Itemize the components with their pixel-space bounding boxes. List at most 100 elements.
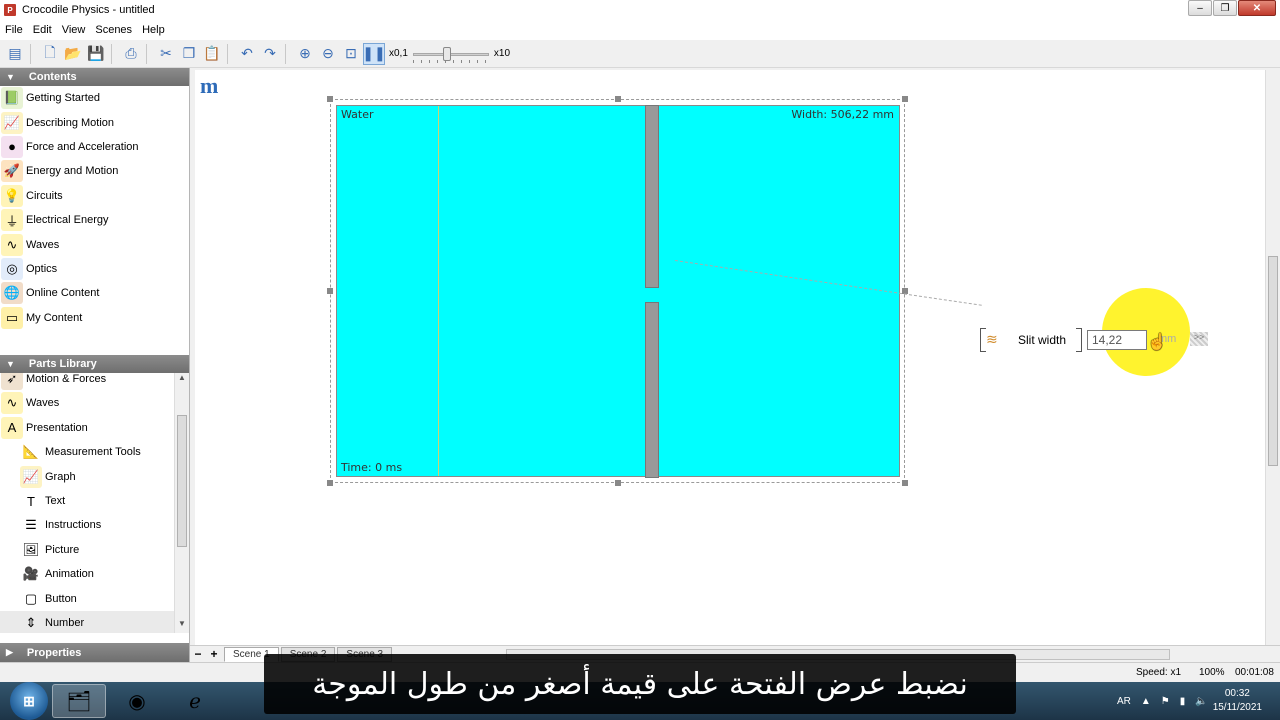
scroll-down-icon[interactable]: ▼ xyxy=(175,619,189,633)
library-item[interactable]: 📐 Measurement Tools xyxy=(0,440,189,464)
library-item[interactable]: 🖼 Picture xyxy=(0,538,189,562)
pause-icon[interactable]: ❚❚ xyxy=(362,42,386,65)
library-item[interactable]: ➶ Motion & Forces xyxy=(0,372,189,391)
open-folder-icon[interactable]: 📂 xyxy=(62,43,84,65)
contents-item[interactable]: ● Force and Acceleration xyxy=(0,135,189,159)
close-button[interactable]: ✕ xyxy=(1238,0,1276,16)
undo-icon[interactable]: ↶ xyxy=(236,43,258,65)
library-item[interactable]: ∿ Waves xyxy=(0,391,189,415)
language-indicator[interactable]: AR xyxy=(1117,696,1131,707)
zoom-fit-icon[interactable]: ⊡ xyxy=(340,43,362,65)
edge-icon[interactable]: ℯ xyxy=(168,684,222,718)
wave-source-line[interactable] xyxy=(438,106,439,476)
library-item-label: Motion & Forces xyxy=(26,373,107,386)
folder-icon[interactable]: 🗂 xyxy=(52,684,106,718)
library-item[interactable]: 🎥 Animation xyxy=(0,562,189,586)
volume-icon[interactable]: 🔈 xyxy=(1195,696,1207,707)
flag-icon[interactable]: ⚑ xyxy=(1161,696,1170,707)
show-hidden-icon[interactable]: ▲ xyxy=(1141,696,1151,707)
resize-handle[interactable] xyxy=(615,96,621,102)
library-item[interactable]: A Presentation xyxy=(0,416,189,440)
maximize-button[interactable]: ❐ xyxy=(1213,0,1237,16)
library-item[interactable]: ⇕ Number xyxy=(0,610,189,633)
slit-width-input[interactable]: 14,22 xyxy=(1087,330,1147,350)
more-options-button[interactable]: >> xyxy=(1190,332,1208,346)
resize-handle[interactable] xyxy=(327,96,333,102)
library-item[interactable]: ☰ Instructions xyxy=(0,513,189,537)
paste-icon[interactable]: 📋 xyxy=(201,43,223,65)
library-item-label: Button xyxy=(45,592,77,605)
contents-item[interactable]: 🚀 Energy and Motion xyxy=(0,159,189,183)
contents-item[interactable]: 💡 Circuits xyxy=(0,184,189,208)
contents-item[interactable]: ▭ My Content xyxy=(0,306,189,330)
zoom-in-icon[interactable]: ⊕ xyxy=(294,43,316,65)
toolbar-separator xyxy=(146,43,152,64)
medium-label: Water xyxy=(341,108,374,121)
windows-start-icon[interactable]: ⊞ xyxy=(10,682,48,720)
water-tank[interactable]: Water Width: 506,22 mm Time: 0 ms xyxy=(336,105,900,478)
menu-help[interactable]: Help xyxy=(137,24,170,36)
scene-canvas[interactable]: m Water Width: 506,22 mm Time: 0 ms ≋ Sl… xyxy=(195,70,1265,645)
library-item[interactable]: T Text xyxy=(0,489,189,513)
contents-item[interactable]: ⏚ Electrical Energy xyxy=(0,208,189,232)
minimize-button[interactable]: – xyxy=(1188,0,1212,16)
ball-icon: ● xyxy=(1,135,23,158)
graph-icon: 📈 xyxy=(1,111,23,134)
book-icon: 📗 xyxy=(1,87,23,110)
zoom-out-icon[interactable]: ⊖ xyxy=(317,43,339,65)
resize-handle[interactable] xyxy=(615,480,621,486)
new-file-icon[interactable]: 🗋 xyxy=(39,43,61,65)
contents-item[interactable]: 📈 Describing Motion xyxy=(0,110,189,134)
remove-scene-button[interactable]: − xyxy=(190,647,206,661)
toolbar-separator xyxy=(111,43,117,64)
resize-handle[interactable] xyxy=(327,288,333,294)
speed-slider-thumb[interactable] xyxy=(442,46,451,61)
contents-item[interactable]: 🌐 Online Content xyxy=(0,281,189,305)
contents-header[interactable]: ▼ Contents xyxy=(0,68,189,86)
menu-view[interactable]: View xyxy=(57,24,91,36)
resize-handle[interactable] xyxy=(327,480,333,486)
contents-item-label: Electrical Energy xyxy=(26,214,109,227)
contents-item-label: Waves xyxy=(26,238,60,251)
cut-icon[interactable]: ✂ xyxy=(155,43,177,65)
scrollbar-thumb[interactable] xyxy=(177,414,187,547)
add-scene-button[interactable]: + xyxy=(206,647,222,661)
contents-item[interactable]: 📗 Getting Started xyxy=(0,86,189,110)
resize-handle[interactable] xyxy=(902,480,908,486)
parts-library-header[interactable]: ▼ Parts Library xyxy=(0,354,189,373)
print-icon[interactable]: ⎙ xyxy=(120,43,142,65)
library-item[interactable]: 📈 Graph xyxy=(0,464,189,488)
menu-scenes[interactable]: Scenes xyxy=(90,24,137,36)
library-item-label: Waves xyxy=(26,397,60,410)
contents-item-label: Force and Acceleration xyxy=(26,140,139,153)
clock[interactable]: 00:32 15/11/2021 xyxy=(1213,687,1262,715)
resize-handle[interactable] xyxy=(902,96,908,102)
resistor-icon: ⏚ xyxy=(1,209,23,232)
library-item[interactable]: ▢ Button xyxy=(0,586,189,610)
properties-header[interactable]: ▶ Properties xyxy=(0,643,189,662)
scrollbar-thumb[interactable] xyxy=(1268,256,1278,466)
parts-library-scrollbar[interactable]: ▲ ▼ xyxy=(174,372,189,633)
toggle-panels-icon[interactable]: ▤ xyxy=(4,43,26,65)
menu-edit[interactable]: Edit xyxy=(28,24,57,36)
canvas-vertical-scrollbar[interactable] xyxy=(1265,70,1280,645)
redo-icon[interactable]: ↷ xyxy=(259,43,281,65)
menu-file[interactable]: File xyxy=(0,24,28,36)
network-icon[interactable]: ▮ xyxy=(1180,696,1186,707)
chrome-icon[interactable]: ◉ xyxy=(110,684,164,718)
speed-min-label: x0,1 xyxy=(389,48,408,59)
bulb-icon: 💡 xyxy=(1,184,23,207)
wave-icon: ∿ xyxy=(1,392,23,415)
contents-item[interactable]: ∿ Waves xyxy=(0,232,189,256)
width-label: Width: 506,22 mm xyxy=(791,108,894,121)
contents-item[interactable]: ◎ Optics xyxy=(0,257,189,281)
library-item-label: Measurement Tools xyxy=(45,446,141,459)
speed-slider[interactable] xyxy=(411,44,491,64)
barrier-top[interactable] xyxy=(645,105,659,288)
wave-icon: ∿ xyxy=(1,233,23,256)
scroll-up-icon[interactable]: ▲ xyxy=(175,373,189,387)
save-icon[interactable]: 💾 xyxy=(85,43,107,65)
copy-icon[interactable]: ❐ xyxy=(178,43,200,65)
barrier-bottom[interactable] xyxy=(645,302,659,478)
text-icon: T xyxy=(27,493,35,509)
